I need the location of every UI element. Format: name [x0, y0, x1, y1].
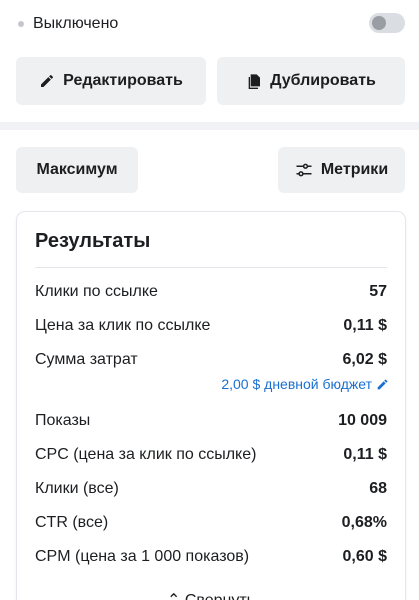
status-row: Выключено	[0, 0, 419, 48]
metrics-button[interactable]: Метрики	[278, 147, 405, 193]
status-label: Выключено	[33, 15, 119, 32]
metric-label: Цена за клик по ссылке	[35, 317, 211, 334]
results-card: Результаты Клики по ссылке 57 Цена за кл…	[17, 212, 405, 600]
metric-row: Клики (все) 68	[35, 477, 387, 501]
daily-budget-label: 2,00 $ дневной бюджет	[221, 376, 372, 392]
metric-value: 0,60 $	[342, 548, 387, 565]
duplicate-button-label: Дублировать	[270, 72, 376, 89]
pencil-icon	[41, 74, 54, 87]
metric-row: CPC (цена за клик по ссылке) 0,11 $	[35, 443, 387, 467]
results-separator	[35, 267, 387, 268]
metric-label: Клики (все)	[35, 480, 119, 497]
metric-label: CPC (цена за клик по ссылке)	[35, 446, 257, 463]
metric-value: 6,02 $	[342, 351, 387, 368]
metric-row: Цена за клик по ссылке 0,11 $	[35, 314, 387, 338]
status-toggle[interactable]	[369, 13, 405, 33]
section-divider	[0, 122, 419, 130]
metric-label: CTR (все)	[35, 514, 109, 531]
chevron-up-icon: ⌃	[167, 592, 185, 600]
metric-row: CPM (цена за 1 000 показов) 0,60 $	[35, 545, 387, 569]
maximum-button-label: Максимум	[36, 161, 118, 178]
metric-label: Клики по ссылке	[35, 283, 158, 300]
metric-row: Клики по ссылке 57	[35, 280, 387, 304]
status-dot-icon	[18, 21, 24, 27]
maximum-button[interactable]: Максимум	[16, 147, 138, 193]
pencil-icon	[377, 379, 388, 389]
metric-label: Показы	[35, 412, 91, 429]
daily-budget-link[interactable]: 2,00 $ дневной бюджет	[221, 376, 389, 392]
toggle-knob	[372, 16, 386, 30]
sliders-icon	[296, 163, 312, 177]
edit-button-label: Редактировать	[63, 72, 183, 89]
duplicate-icon	[248, 74, 261, 89]
metric-value: 0,11 $	[343, 446, 387, 463]
results-title: Результаты	[35, 230, 151, 252]
metric-label: CPM (цена за 1 000 показов)	[35, 548, 250, 565]
metric-row: CTR (все) 0,68%	[35, 511, 387, 535]
metric-value: 10 009	[338, 412, 387, 429]
metric-value: 0,68%	[341, 514, 387, 531]
duplicate-button[interactable]: Дублировать	[217, 57, 405, 105]
metric-value: 68	[369, 480, 387, 497]
metric-row: Показы 10 009	[35, 409, 387, 433]
edit-button[interactable]: Редактировать	[16, 57, 206, 105]
metric-row: Сумма затрат 6,02 $	[35, 348, 387, 372]
metric-value: 57	[369, 283, 387, 300]
metric-value: 0,11 $	[343, 317, 387, 334]
collapse-label: Свернуть	[185, 592, 255, 600]
collapse-button[interactable]: ⌃ Свернуть	[17, 590, 405, 600]
metrics-button-label: Метрики	[320, 161, 389, 178]
metric-label: Сумма затрат	[35, 351, 138, 368]
